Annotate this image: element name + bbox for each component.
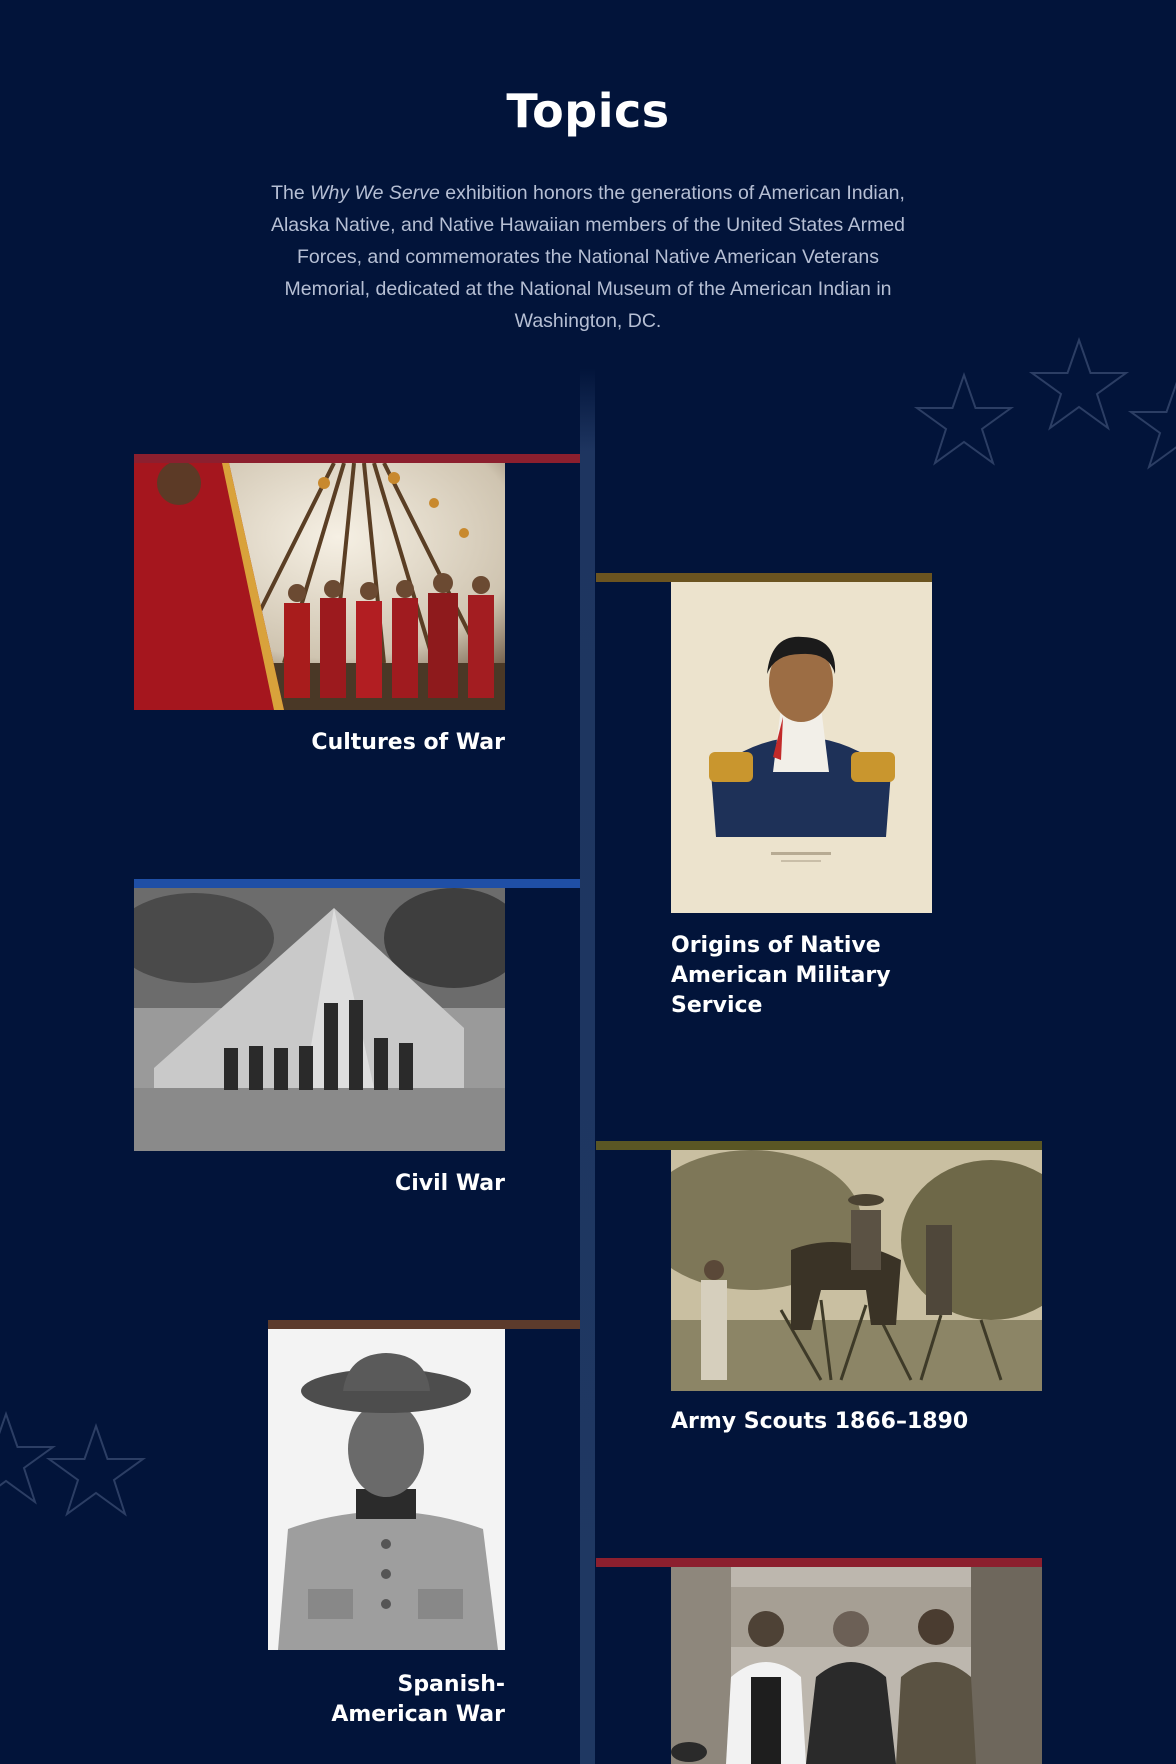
decorative-stars-bottom-left <box>0 1410 160 1540</box>
star-outline-icon <box>913 371 1015 466</box>
page-title: Topics <box>506 84 670 138</box>
topic-accent-bar <box>596 1558 1042 1567</box>
group-portrait-photo[interactable] <box>671 1567 1042 1764</box>
topic-card-origins[interactable]: Origins of Native American Military Serv… <box>596 573 932 1029</box>
star-outline-icon <box>0 1410 57 1505</box>
topic-accent-bar <box>596 1141 1042 1150</box>
star-outline-icon <box>45 1422 147 1517</box>
topic-card-cultures-of-war[interactable]: Cultures of War <box>134 454 580 764</box>
intro-paragraph: The Why We Serve exhibition honors the g… <box>270 177 906 337</box>
topic-card-civil-war[interactable]: Civil War <box>134 879 580 1209</box>
topic-title[interactable]: Army Scouts 1866–1890 <box>671 1407 1042 1437</box>
tipi-ceremony-photo[interactable] <box>134 463 505 710</box>
topic-accent-bar <box>268 1320 580 1329</box>
topic-card-group-portrait[interactable] <box>596 1558 1042 1764</box>
topic-title[interactable]: Cultures of War <box>134 728 505 758</box>
decorative-stars-top-right <box>900 335 1176 485</box>
topic-accent-bar <box>134 879 580 888</box>
civil-war-tent-photo[interactable] <box>134 888 505 1151</box>
timeline-spine <box>580 368 595 1764</box>
topic-title[interactable]: Spanish-American War <box>285 1670 505 1730</box>
intro-text-start: The <box>271 182 311 204</box>
exhibition-name: Why We Serve <box>310 182 440 204</box>
star-outline-icon <box>1028 336 1130 431</box>
topic-title[interactable]: Civil War <box>134 1169 505 1199</box>
topic-card-army-scouts[interactable]: Army Scouts 1866–1890 <box>596 1141 1042 1441</box>
topic-accent-bar <box>596 573 932 582</box>
star-outline-icon <box>1127 381 1176 470</box>
soldier-portrait-photo[interactable] <box>268 1329 505 1650</box>
intro-text-rest: exhibition honors the generations of Ame… <box>270 182 906 332</box>
topic-title[interactable]: Origins of Native American Military Serv… <box>671 931 911 1021</box>
scouts-on-horseback-photo[interactable] <box>671 1150 1042 1391</box>
topic-accent-bar <box>134 454 580 463</box>
officer-portrait-painting[interactable] <box>671 582 932 913</box>
topic-card-spanish-american-war[interactable]: Spanish-American War <box>268 1320 580 1740</box>
